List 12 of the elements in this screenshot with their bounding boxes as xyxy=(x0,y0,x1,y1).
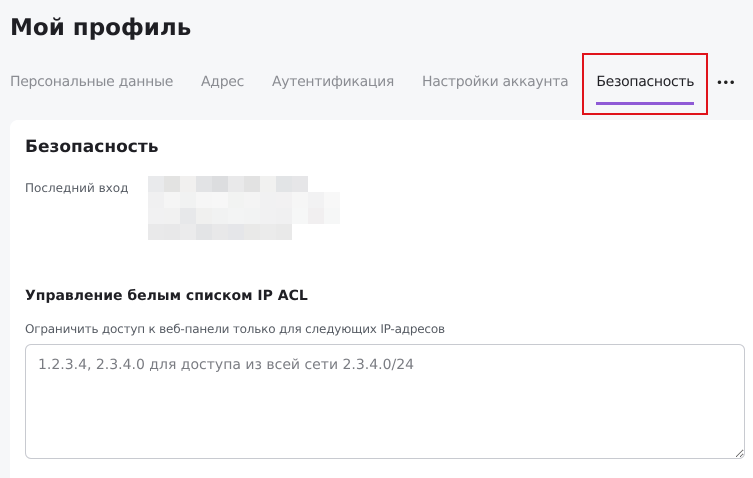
tab[interactable]: Адрес xyxy=(201,62,244,104)
field-hint: Ограничить доступ к веб-панели только для следующих IP-адресов xyxy=(25,322,446,336)
section-title: Управление белым списком IP ACL xyxy=(25,288,309,304)
tab[interactable]: Безопасность xyxy=(596,62,694,104)
tab[interactable]: Персональные данные xyxy=(10,62,174,104)
section-title: Безопасность xyxy=(25,136,160,159)
ip-list-field[interactable]: 1.2.3.4, 2.3.4.0 для доступа из всей сети 2.3.4.0/24 xyxy=(25,344,745,459)
tab[interactable]: Аутентификация xyxy=(272,62,394,104)
tab[interactable]: Настройки аккаунта xyxy=(422,62,568,104)
more-button[interactable]: ••• xyxy=(716,78,736,88)
field-label: Последний вход xyxy=(25,180,130,197)
page-title: Мой профиль xyxy=(10,14,192,43)
